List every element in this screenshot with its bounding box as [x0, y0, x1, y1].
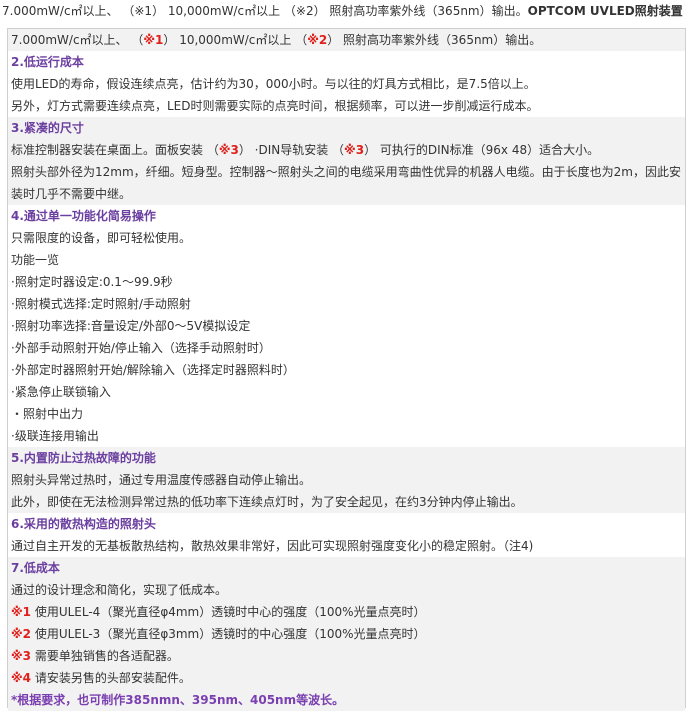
intro-text-2: ） 10,000mW/c㎡以上 （	[152, 4, 296, 18]
note-ref-2: ※2	[295, 4, 314, 18]
wavelength-footer-note: *根据要求，也可制作385nmn、395nm、405nm等波长。	[8, 689, 685, 711]
row-text: ） 照射高功率紫外线（365nm）输出。	[327, 33, 542, 47]
row-text: ） ·DIN导轨安装 （	[238, 143, 345, 157]
function-item: ·照射模式选择:定时照射/手动照射	[8, 293, 685, 315]
note-ref-3: ※3	[344, 143, 365, 157]
note-mark: ※2	[11, 627, 32, 641]
intro-text-1: 7.000mW/c㎡以上、 （	[2, 4, 135, 18]
note-ref-2: ※2	[307, 33, 328, 47]
product-name: OPTCOM UVLED照射装置	[527, 4, 683, 18]
section-title-size: 3.紧凑的尺寸	[8, 117, 685, 139]
function-item: ·级联连接用输出	[8, 425, 685, 447]
note-3: ※3 需要单独销售的各适配器。	[8, 645, 685, 667]
cost-line-1: 使用LED的寿命，假设连续点亮，估计约为30，000小时。与以往的灯具方式相比，…	[8, 73, 685, 95]
row-text: 标准控制器安装在桌面上。面板安装 （	[11, 143, 219, 157]
row-text: ） 可执行的DIN标准（96x 48）适合大小。	[364, 143, 600, 157]
note-ref-1: ※1	[143, 33, 164, 47]
intro-text-3: ） 照射高功率紫外线（365nm）输出。	[313, 4, 528, 18]
note-1: ※1 使用ULEL-4（聚光直径φ4mm）透镜时中心的强度（100%光量点亮时）	[8, 601, 685, 623]
section-title-heatsink: 6.采用的散热构造的照射头	[8, 513, 685, 535]
note-ref-3: ※3	[218, 143, 239, 157]
function-item: ·紧急停止联锁输入	[8, 381, 685, 403]
function-item: ・照射中出力	[8, 403, 685, 425]
note-ref-1: ※1	[134, 4, 153, 18]
row-text: 7.000mW/c㎡以上、 （	[11, 33, 144, 47]
section-title-overheat: 5.内置防止过热故障的功能	[8, 447, 685, 469]
section-title-low-cost: 7.低成本	[8, 557, 685, 579]
note-2: ※2 使用ULEL-3（聚光直径φ3mm）透镜时的中心强度（100%光量点亮时）	[8, 623, 685, 645]
heatsink-line-1: 通过自主开发的无基板散热结构，散热效果非常好，因此可实现照射强度变化小的稳定照射…	[8, 535, 685, 557]
note-text: 需要单独销售的各适配器。	[31, 649, 179, 663]
note-4: ※4 请安装另售的头部安装配件。	[8, 667, 685, 689]
note-mark: ※3	[11, 649, 32, 663]
function-item: ·外部手动照射开始/停止输入（选择手动照射时）	[8, 337, 685, 359]
note-text: 使用ULEL-3（聚光直径φ3mm）透镜时的中心强度（100%光量点亮时）	[31, 627, 426, 641]
size-line-1: 标准控制器安装在桌面上。面板安装 （※3） ·DIN导轨安装 （※3） 可执行的…	[8, 139, 685, 161]
intro-line: 7.000mW/c㎡以上、 （※1） 10,000mW/c㎡以上 （※2） 照射…	[0, 0, 692, 25]
row-text: ） 10,000mW/c㎡以上 （	[163, 33, 308, 47]
low-cost-line-1: 通过的设计理念和简化，实现了低成本。	[8, 579, 685, 601]
note-mark: ※1	[11, 605, 32, 619]
size-line-2: 照射头部外径为12mm，纤细。短身型。控制器～照射头之间的电缆采用弯曲性优异的机…	[8, 161, 685, 205]
note-text: 请安装另售的头部安装配件。	[31, 671, 191, 685]
feature-table: 7.000mW/c㎡以上、 （※1） 10,000mW/c㎡以上 （※2） 照射…	[7, 28, 686, 711]
function-item: ·外部定时器照射开始/解除输入（选择定时器照料时）	[8, 359, 685, 381]
note-text: 使用ULEL-4（聚光直径φ4mm）透镜时中心的强度（100%光量点亮时）	[31, 605, 426, 619]
function-list-heading: 功能一览	[8, 249, 685, 271]
overheat-line-1: 照射头异常过热时，通过专用温度传感器自动停止输出。	[8, 469, 685, 491]
section-title-operation: 4.通过单一功能化简易操作	[8, 205, 685, 227]
feature-row-power: 7.000mW/c㎡以上、 （※1） 10,000mW/c㎡以上 （※2） 照射…	[8, 29, 685, 51]
function-item: ·照射定时器设定:0.1～99.9秒	[8, 271, 685, 293]
section-title-cost: 2.低运行成本	[8, 51, 685, 73]
note-mark: ※4	[11, 671, 32, 685]
operation-line-1: 只需限度的设备，即可轻松使用。	[8, 227, 685, 249]
cost-line-2: 另外，灯方式需要连续点亮，LED时则需要实际的点亮时间，根据频率，可以进一步削减…	[8, 95, 685, 117]
overheat-line-2: 此外，即使在无法检测异常过热的低功率下连续点灯时，为了安全起见，在约3分钟内停止…	[8, 491, 685, 513]
function-item: ·照射功率选择:音量设定/外部0～5V模拟设定	[8, 315, 685, 337]
